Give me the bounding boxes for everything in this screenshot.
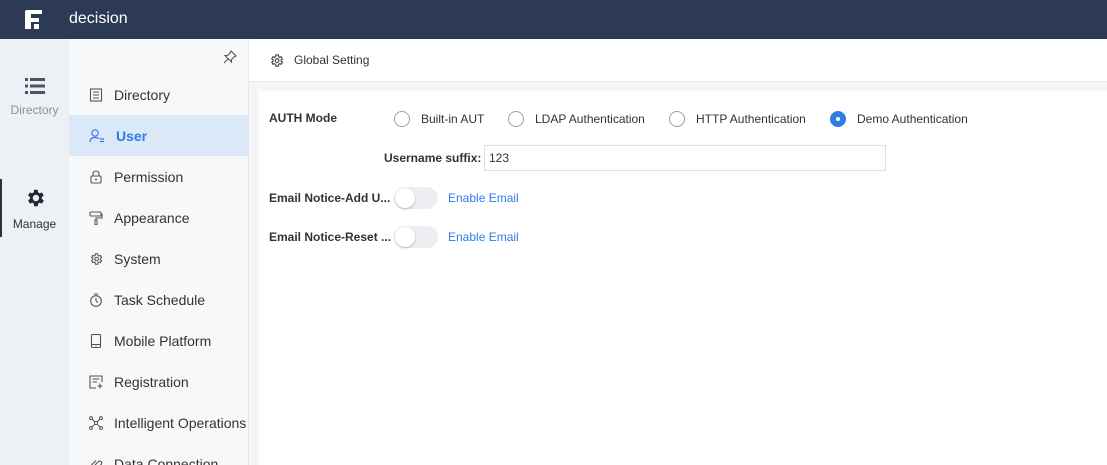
email-reset-toggle[interactable] <box>394 226 438 248</box>
nav-item-label: Intelligent Operations <box>114 414 247 431</box>
nav-item-system[interactable]: System <box>69 238 248 279</box>
lock-icon <box>90 170 102 184</box>
nav-item-label: User <box>116 127 148 144</box>
radio-circle <box>830 111 846 127</box>
mobile-icon <box>90 333 102 348</box>
nav-sidebar: Directory User Permission Appearance Sys… <box>69 39 249 465</box>
radio-label: Built-in AUT <box>421 112 485 126</box>
list-icon <box>24 78 45 94</box>
network-icon <box>89 415 103 430</box>
nav-item-label: Directory <box>114 86 171 103</box>
page-header: Global Setting <box>249 39 1107 82</box>
nav-item-intelligent-operations[interactable]: Intelligent Operations <box>69 402 248 443</box>
radio-label: LDAP Authentication <box>535 112 645 126</box>
radio-builtin-auth[interactable]: Built-in AUT <box>394 111 484 127</box>
settings-panel: AUTH Mode Built-in AUT LDAP Authenticati… <box>259 91 1107 465</box>
nav-item-label: Task Schedule <box>114 291 206 308</box>
nav-item-label: Data Connection <box>114 455 219 465</box>
nav-item-appearance[interactable]: Appearance <box>69 197 248 238</box>
nav-item-data-connection[interactable]: Data Connection <box>69 443 248 465</box>
email-add-label: Email Notice-Add U... <box>269 191 391 205</box>
directory-icon <box>89 87 103 102</box>
icon-rail: Directory Manage <box>0 39 69 465</box>
rail-item-directory[interactable]: Directory <box>0 77 69 117</box>
gear-icon <box>27 189 44 207</box>
radio-circle <box>394 111 410 127</box>
nav-item-user[interactable]: User <box>69 115 248 156</box>
radio-circle <box>669 111 685 127</box>
rail-item-label: Directory <box>10 103 59 117</box>
nav-item-label: Registration <box>114 373 189 390</box>
enable-email-link[interactable]: Enable Email <box>448 230 519 244</box>
user-icon <box>89 128 104 142</box>
app-title: decision <box>69 10 128 27</box>
radio-http-auth[interactable]: HTTP Authentication <box>669 111 806 127</box>
registration-icon <box>89 374 103 389</box>
nav-item-label: Mobile Platform <box>114 332 212 349</box>
radio-ldap-auth[interactable]: LDAP Authentication <box>508 111 645 127</box>
nav-item-permission[interactable]: Permission <box>69 156 248 197</box>
radio-circle <box>508 111 524 127</box>
radio-demo-auth[interactable]: Demo Authentication <box>830 111 968 127</box>
rail-item-label: Manage <box>12 217 57 231</box>
email-reset-label: Email Notice-Reset ... <box>269 230 392 244</box>
nav-item-mobile-platform[interactable]: Mobile Platform <box>69 320 248 361</box>
pin-icon[interactable] <box>223 50 237 64</box>
nav-item-label: Appearance <box>114 209 190 226</box>
logo-icon <box>25 10 42 29</box>
rail-item-manage[interactable]: Manage <box>0 179 69 237</box>
paint-roller-icon <box>89 210 103 225</box>
username-suffix-input[interactable] <box>484 145 886 171</box>
radio-label: Demo Authentication <box>857 112 968 126</box>
nav-item-registration[interactable]: Registration <box>69 361 248 402</box>
main-content: Global Setting AUTH Mode Built-in AUT LD… <box>249 39 1107 465</box>
nav-item-task-schedule[interactable]: Task Schedule <box>69 279 248 320</box>
auth-mode-label: AUTH Mode <box>269 111 337 125</box>
nav-item-directory[interactable]: Directory <box>69 74 248 115</box>
gear-icon <box>271 53 284 67</box>
top-bar: decision <box>0 0 1107 39</box>
page-title: Global Setting <box>294 53 370 67</box>
radio-label: HTTP Authentication <box>696 112 806 126</box>
gear-icon <box>90 252 103 265</box>
stopwatch-icon <box>90 292 102 307</box>
nav-item-label: System <box>114 250 161 267</box>
enable-email-link[interactable]: Enable Email <box>448 191 519 205</box>
link-icon <box>90 459 103 465</box>
email-add-toggle[interactable] <box>394 187 438 209</box>
nav-item-label: Permission <box>114 168 184 185</box>
username-suffix-label: Username suffix: <box>384 151 482 165</box>
